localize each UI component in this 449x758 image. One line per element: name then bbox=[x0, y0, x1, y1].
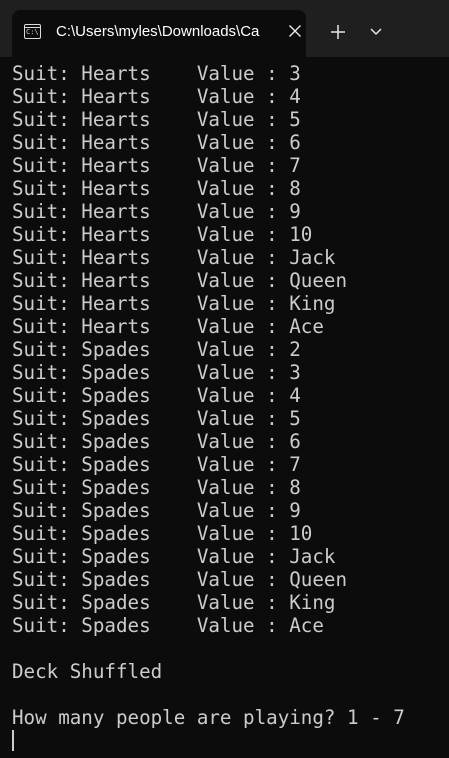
terminal-icon-glyph: C:\ bbox=[26, 28, 39, 36]
terminal-line: Suit: Hearts Value : 3 bbox=[12, 62, 301, 85]
title-bar: C:\ C:\Users\myles\Downloads\Ca bbox=[0, 0, 449, 57]
terminal-line: Suit: Hearts Value : Queen bbox=[12, 269, 348, 292]
terminal-line: Suit: Hearts Value : Ace bbox=[12, 315, 324, 338]
terminal-tab[interactable]: C:\ C:\Users\myles\Downloads\Ca bbox=[12, 10, 306, 57]
close-icon[interactable] bbox=[288, 24, 302, 38]
prompt-line[interactable] bbox=[12, 729, 442, 752]
terminal-line: Suit: Hearts Value : Jack bbox=[12, 246, 336, 269]
terminal-line: Suit: Spades Value : 4 bbox=[12, 384, 301, 407]
terminal-line: Suit: Spades Value : 3 bbox=[12, 361, 301, 384]
terminal-output[interactable]: Suit: Hearts Value : 3 Suit: Hearts Value… bbox=[12, 62, 442, 752]
terminal-window: C:\ C:\Users\myles\Downloads\Ca Suit: He… bbox=[0, 0, 449, 758]
terminal-line: Suit: Spades Value : 9 bbox=[12, 499, 301, 522]
terminal-line: Suit: Hearts Value : 10 bbox=[12, 223, 313, 246]
terminal-line: Suit: Spades Value : 2 bbox=[12, 338, 301, 361]
terminal-line: Suit: Spades Value : 7 bbox=[12, 453, 301, 476]
plus-icon[interactable] bbox=[330, 24, 346, 40]
terminal-line: Suit: Hearts Value : 9 bbox=[12, 200, 301, 223]
terminal-line: How many people are playing? 1 - 7 bbox=[12, 706, 405, 729]
terminal-line: Suit: Hearts Value : 5 bbox=[12, 108, 301, 131]
terminal-line: Suit: Spades Value : 6 bbox=[12, 430, 301, 453]
terminal-line: Suit: Spades Value : 5 bbox=[12, 407, 301, 430]
terminal-line: Suit: Spades Value : Queen bbox=[12, 568, 348, 591]
tab-title: C:\Users\myles\Downloads\Ca bbox=[56, 23, 260, 40]
terminal-line: Suit: Hearts Value : King bbox=[12, 292, 336, 315]
terminal-line: Suit: Hearts Value : 6 bbox=[12, 131, 301, 154]
terminal-line: Suit: Hearts Value : 8 bbox=[12, 177, 301, 200]
text-cursor bbox=[12, 730, 14, 751]
terminal-line: Suit: Hearts Value : 7 bbox=[12, 154, 301, 177]
terminal-line: Suit: Hearts Value : 4 bbox=[12, 85, 301, 108]
chevron-down-icon[interactable] bbox=[369, 27, 383, 37]
terminal-line: Deck Shuffled bbox=[12, 660, 163, 683]
terminal-line: Suit: Spades Value : 10 bbox=[12, 522, 313, 545]
terminal-line: Suit: Spades Value : 8 bbox=[12, 476, 301, 499]
terminal-line: Suit: Spades Value : Ace bbox=[12, 614, 324, 637]
terminal-line: Suit: Spades Value : Jack bbox=[12, 545, 336, 568]
terminal-line: Suit: Spades Value : King bbox=[12, 591, 336, 614]
terminal-icon: C:\ bbox=[24, 24, 41, 39]
